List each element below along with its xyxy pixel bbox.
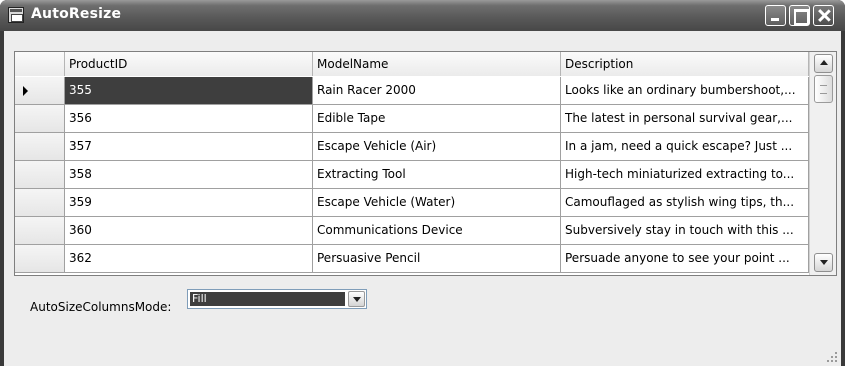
cell-modelname[interactable]: Escape Vehicle (Air)	[313, 133, 561, 160]
scroll-down-icon[interactable]	[814, 253, 833, 272]
table-row[interactable]: 362 Persuasive Pencil Persuade anyone to…	[15, 245, 809, 273]
size-grip-icon[interactable]	[827, 352, 837, 362]
vertical-scrollbar[interactable]	[809, 52, 836, 275]
autosize-mode-value[interactable]: Fill	[190, 292, 345, 306]
cell-productid[interactable]: 360	[65, 217, 313, 244]
row-header[interactable]	[15, 217, 65, 244]
table-row[interactable]: 360 Communications Device Subversively s…	[15, 217, 809, 245]
title-bar[interactable]: AutoResize	[0, 0, 845, 31]
client-area: ProductID ModelName Description 355 Rain…	[4, 31, 841, 366]
cell-description[interactable]: In a jam, need a quick escape? Just ...	[561, 133, 809, 160]
row-header[interactable]	[15, 189, 65, 216]
table-row[interactable]: 359 Escape Vehicle (Water) Camouflaged a…	[15, 189, 809, 217]
cell-description[interactable]: Subversively stay in touch with this ...	[561, 217, 809, 244]
scroll-thumb[interactable]	[814, 75, 833, 103]
cell-productid[interactable]: 362	[65, 245, 313, 272]
cell-modelname[interactable]: Extracting Tool	[313, 161, 561, 188]
column-header-productid[interactable]: ProductID	[65, 52, 313, 76]
cell-description[interactable]: Persuade anyone to see your point ...	[561, 245, 809, 272]
row-header[interactable]	[15, 161, 65, 188]
row-header[interactable]	[15, 77, 65, 104]
table-row[interactable]: 358 Extracting Tool High-tech miniaturiz…	[15, 161, 809, 189]
row-indicator-arrow-icon	[23, 86, 28, 96]
cell-modelname[interactable]: Escape Vehicle (Water)	[313, 189, 561, 216]
cell-modelname[interactable]: Communications Device	[313, 217, 561, 244]
table-row[interactable]: 357 Escape Vehicle (Air) In a jam, need …	[15, 133, 809, 161]
table-row[interactable]: 356 Edible Tape The latest in personal s…	[15, 105, 809, 133]
cell-description[interactable]: High-tech miniaturized extracting to...	[561, 161, 809, 188]
row-header[interactable]	[15, 245, 65, 272]
maximize-button[interactable]	[789, 5, 810, 26]
cell-productid[interactable]: 355	[65, 77, 313, 104]
window: AutoResize ProductID ModelName Descripti…	[0, 0, 845, 366]
grid-rows: 355 Rain Racer 2000 Looks like an ordina…	[15, 77, 809, 273]
cell-description[interactable]: Looks like an ordinary bumbershoot,...	[561, 77, 809, 104]
autosize-mode-select[interactable]: Fill	[187, 289, 367, 309]
minimize-button[interactable]	[765, 5, 786, 26]
autosize-mode-label: AutoSizeColumnsMode:	[30, 300, 172, 314]
grid-header-row: ProductID ModelName Description	[15, 52, 809, 76]
column-header-modelname[interactable]: ModelName	[313, 52, 561, 76]
dropdown-arrow-icon[interactable]	[348, 291, 365, 307]
cell-productid[interactable]: 358	[65, 161, 313, 188]
grid-corner-header[interactable]	[15, 52, 65, 76]
app-icon[interactable]	[8, 7, 24, 23]
data-grid[interactable]: ProductID ModelName Description 355 Rain…	[14, 51, 837, 276]
cell-productid[interactable]: 359	[65, 189, 313, 216]
cell-modelname[interactable]: Edible Tape	[313, 105, 561, 132]
close-button[interactable]	[813, 5, 834, 26]
cell-description[interactable]: The latest in personal survival gear,...	[561, 105, 809, 132]
column-header-description[interactable]: Description	[561, 52, 809, 76]
cell-productid[interactable]: 356	[65, 105, 313, 132]
cell-productid[interactable]: 357	[65, 133, 313, 160]
scroll-up-icon[interactable]	[814, 54, 833, 73]
window-title: AutoResize	[31, 6, 122, 22]
cell-modelname[interactable]: Persuasive Pencil	[313, 245, 561, 272]
cell-modelname[interactable]: Rain Racer 2000	[313, 77, 561, 104]
row-header[interactable]	[15, 105, 65, 132]
table-row[interactable]: 355 Rain Racer 2000 Looks like an ordina…	[15, 77, 809, 105]
row-header[interactable]	[15, 133, 65, 160]
cell-description[interactable]: Camouflaged as stylish wing tips, th...	[561, 189, 809, 216]
